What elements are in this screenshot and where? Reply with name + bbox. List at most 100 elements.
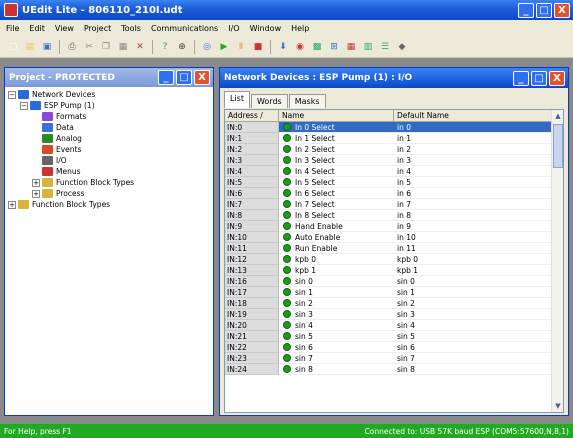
menu-file[interactable]: File: [6, 24, 19, 33]
table-row[interactable]: IN:9 Hand Enable in 9: [225, 221, 563, 232]
scroll-up-icon[interactable]: ▲: [552, 110, 563, 122]
scroll-down-icon[interactable]: ▼: [552, 400, 563, 412]
tree-item[interactable]: I/O: [8, 155, 210, 166]
menu-project[interactable]: Project: [84, 24, 111, 33]
table-row[interactable]: IN:8 In 8 Select in 8: [225, 210, 563, 221]
table-row[interactable]: IN:24 sin 8 sin 8: [225, 364, 563, 375]
menu-help[interactable]: Help: [291, 24, 309, 33]
menu-communications[interactable]: Communications: [151, 24, 218, 33]
download-icon[interactable]: ⬇: [276, 40, 290, 54]
row-name-cell[interactable]: sin 4: [279, 320, 394, 331]
column-name[interactable]: Name: [279, 110, 394, 121]
tab-masks[interactable]: Masks: [288, 94, 326, 108]
table-row[interactable]: IN:21 sin 5 sin 5: [225, 331, 563, 342]
project-close-button[interactable]: X: [194, 70, 210, 85]
tab-list[interactable]: List: [224, 91, 250, 108]
table-row[interactable]: IN:18 sin 2 sin 2: [225, 298, 563, 309]
row-name-cell[interactable]: sin 7: [279, 353, 394, 364]
table-row[interactable]: IN:0 In 0 Select in 0: [225, 122, 563, 133]
table-row[interactable]: IN:5 In 5 Select in 5: [225, 177, 563, 188]
table-row[interactable]: IN:4 In 4 Select in 4: [225, 166, 563, 177]
table-row[interactable]: IN:7 In 7 Select in 7: [225, 199, 563, 210]
column-default-name[interactable]: Default Name: [394, 110, 553, 121]
tab-words[interactable]: Words: [250, 94, 288, 108]
paste-icon[interactable]: ▦: [116, 40, 130, 54]
grid-icon[interactable]: ▦: [344, 40, 358, 54]
column-address[interactable]: Address /: [225, 110, 279, 121]
tag-icon[interactable]: ◆: [395, 40, 409, 54]
pause-icon[interactable]: Ⅱ: [234, 40, 248, 54]
close-button[interactable]: X: [554, 2, 570, 18]
tree-item[interactable]: + Function Block Types: [8, 177, 210, 188]
table-row[interactable]: IN:23 sin 7 sin 7: [225, 353, 563, 364]
menu-io[interactable]: I/O: [228, 24, 239, 33]
row-name-cell[interactable]: Auto Enable: [279, 232, 394, 243]
expand-icon[interactable]: +: [32, 189, 40, 198]
row-name-cell[interactable]: sin 6: [279, 342, 394, 353]
row-name-cell[interactable]: In 8 Select: [279, 210, 394, 221]
tree-item[interactable]: − Network Devices: [8, 89, 210, 100]
device-minimize-button[interactable]: _: [513, 70, 529, 86]
delete-icon[interactable]: ✕: [133, 40, 147, 54]
table-row[interactable]: IN:13 kpb 1 kpb 1: [225, 265, 563, 276]
config-icon[interactable]: ▥: [361, 40, 375, 54]
collapse-icon[interactable]: −: [8, 90, 16, 99]
row-name-cell[interactable]: sin 1: [279, 287, 394, 298]
collapse-icon[interactable]: −: [20, 101, 28, 110]
run-icon[interactable]: ▶: [217, 40, 231, 54]
stop-icon[interactable]: ■: [251, 40, 265, 54]
device-close-button[interactable]: X: [549, 70, 565, 86]
row-name-cell[interactable]: kpb 1: [279, 265, 394, 276]
table-row[interactable]: IN:3 In 3 Select in 3: [225, 155, 563, 166]
row-name-cell[interactable]: In 1 Select: [279, 133, 394, 144]
table-row[interactable]: IN:19 sin 3 sin 3: [225, 309, 563, 320]
project-minimize-button[interactable]: _: [158, 70, 174, 85]
row-name-cell[interactable]: Run Enable: [279, 243, 394, 254]
tree-item[interactable]: + Process: [8, 188, 210, 199]
tree-item[interactable]: Events: [8, 144, 210, 155]
tree-item[interactable]: Analog: [8, 133, 210, 144]
vertical-scrollbar[interactable]: ▲ ▼: [551, 110, 563, 412]
copy-icon[interactable]: ❐: [99, 40, 113, 54]
device-maximize-button[interactable]: □: [531, 70, 547, 86]
row-name-cell[interactable]: sin 5: [279, 331, 394, 342]
expand-icon[interactable]: +: [8, 200, 16, 209]
list-icon[interactable]: ☰: [378, 40, 392, 54]
table-row[interactable]: IN:20 sin 4 sin 4: [225, 320, 563, 331]
table-row[interactable]: IN:12 kpb 0 kpb 0: [225, 254, 563, 265]
tree-item[interactable]: Formats: [8, 111, 210, 122]
save-icon[interactable]: ▣: [40, 40, 54, 54]
table-row[interactable]: IN:17 sin 1 sin 1: [225, 287, 563, 298]
tree-icon[interactable]: ⊞: [327, 40, 341, 54]
project-maximize-button[interactable]: □: [176, 70, 192, 85]
help-icon[interactable]: ?: [158, 40, 172, 54]
table-row[interactable]: IN:6 In 6 Select in 6: [225, 188, 563, 199]
menu-tools[interactable]: Tools: [121, 24, 141, 33]
cut-icon[interactable]: ✂: [82, 40, 96, 54]
maximize-button[interactable]: □: [536, 2, 552, 18]
table-row[interactable]: IN:11 Run Enable in 11: [225, 243, 563, 254]
minimize-button[interactable]: _: [518, 2, 534, 18]
connect-icon[interactable]: ◎: [200, 40, 214, 54]
table-row[interactable]: IN:1 In 1 Select in 1: [225, 133, 563, 144]
row-name-cell[interactable]: In 6 Select: [279, 188, 394, 199]
new-icon[interactable]: ▢: [6, 40, 20, 54]
expand-icon[interactable]: +: [32, 178, 40, 187]
row-name-cell[interactable]: In 2 Select: [279, 144, 394, 155]
row-name-cell[interactable]: Hand Enable: [279, 221, 394, 232]
scroll-thumb[interactable]: [553, 124, 563, 168]
row-name-cell[interactable]: In 0 Select: [279, 122, 394, 133]
menu-edit[interactable]: Edit: [29, 24, 45, 33]
chart-icon[interactable]: ▩: [310, 40, 324, 54]
table-row[interactable]: IN:10 Auto Enable in 10: [225, 232, 563, 243]
row-name-cell[interactable]: sin 2: [279, 298, 394, 309]
row-name-cell[interactable]: In 7 Select: [279, 199, 394, 210]
monitor-icon[interactable]: ◉: [293, 40, 307, 54]
open-icon[interactable]: ▤: [23, 40, 37, 54]
menu-view[interactable]: View: [55, 24, 74, 33]
print-icon[interactable]: ⎙: [65, 40, 79, 54]
row-name-cell[interactable]: sin 3: [279, 309, 394, 320]
tree-item[interactable]: Menus: [8, 166, 210, 177]
row-name-cell[interactable]: sin 0: [279, 276, 394, 287]
tree-item[interactable]: Data: [8, 122, 210, 133]
